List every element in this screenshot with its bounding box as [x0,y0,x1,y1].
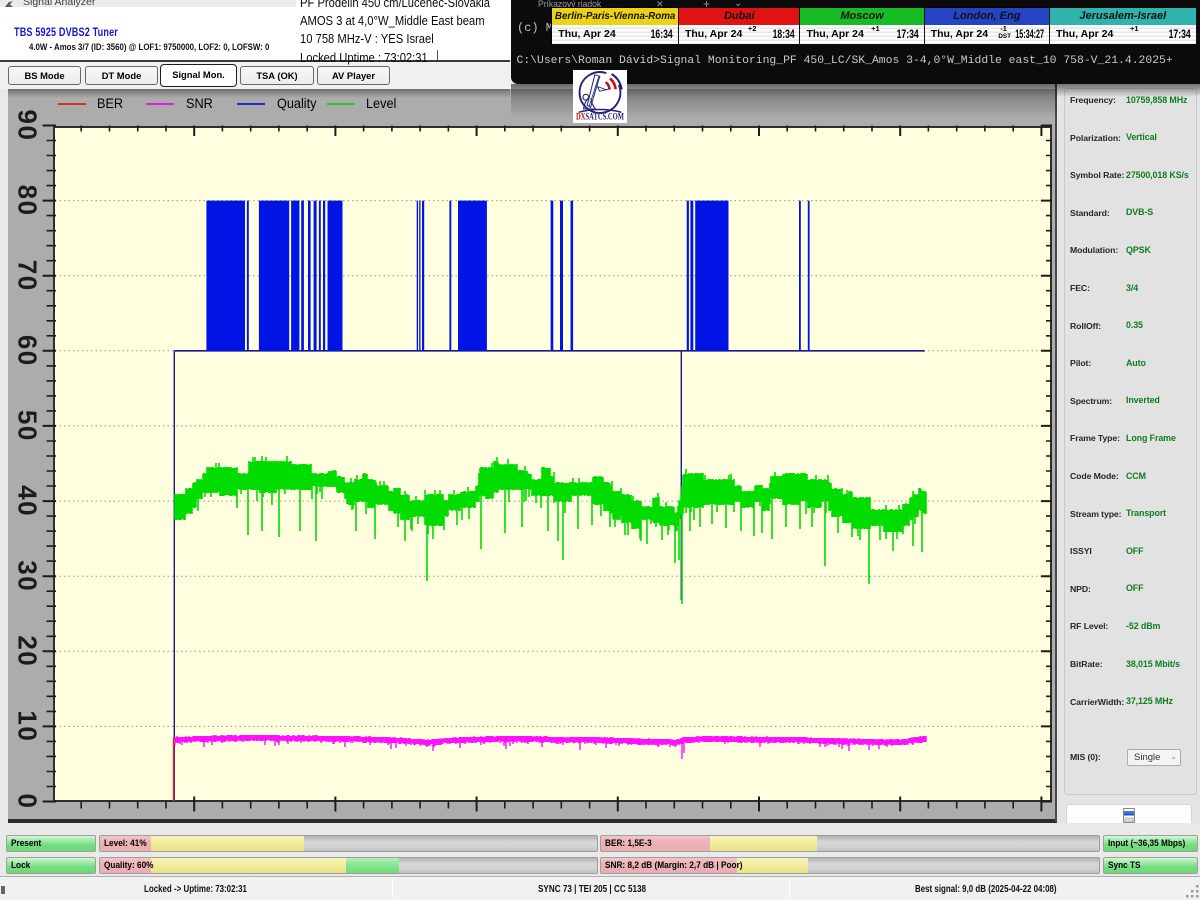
svg-text:0: 0 [13,794,43,810]
svg-text:DXSATCS.COM: DXSATCS.COM [576,112,624,122]
svg-text:80: 80 [13,185,43,217]
svg-text:60: 60 [13,335,43,367]
svg-text:10: 10 [13,710,43,742]
svg-text:90: 90 [13,110,43,142]
svg-text:40: 40 [13,485,43,517]
svg-text:50: 50 [13,410,43,442]
svg-text:30: 30 [13,560,43,592]
svg-text:20: 20 [13,635,43,667]
svg-text:70: 70 [13,260,43,292]
